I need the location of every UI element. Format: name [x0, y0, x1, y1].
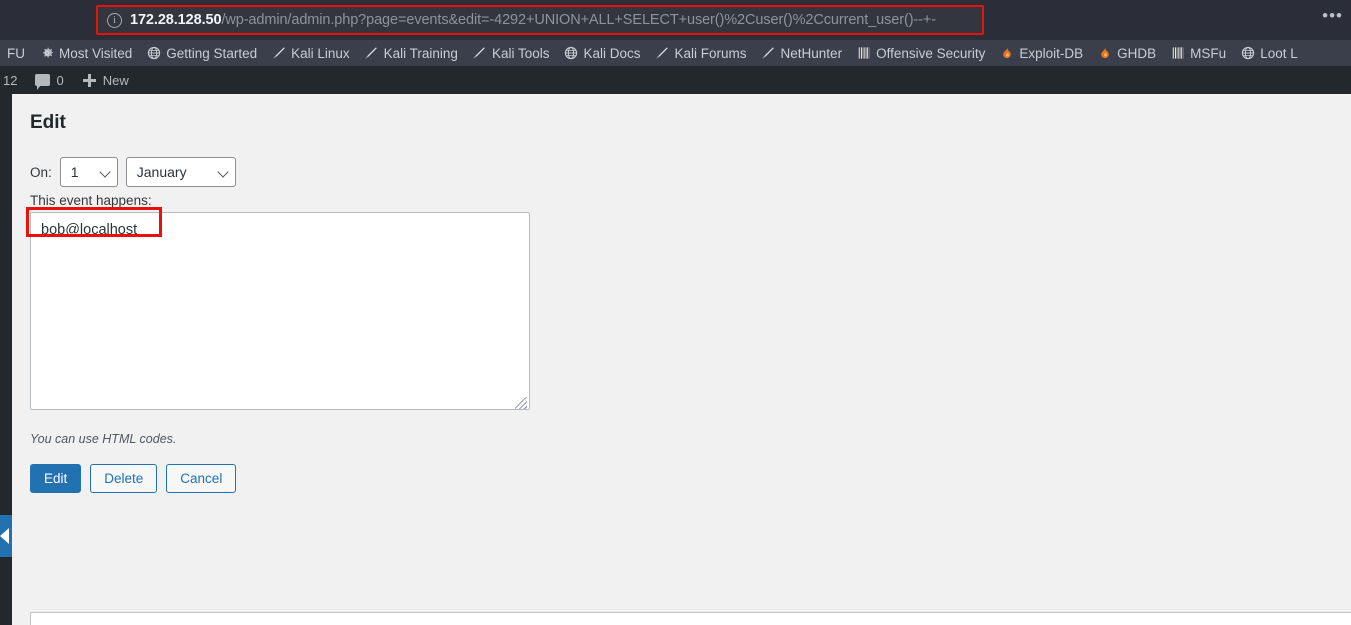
book-icon: [1170, 46, 1185, 61]
dragon-icon: [364, 46, 379, 61]
events-table-wrapper: Date Event Actions 4 May vbnvbnvbntrtyrt…: [30, 612, 1351, 625]
event-textarea[interactable]: [30, 212, 530, 410]
bookmark-loot-l[interactable]: Loot L: [1233, 42, 1305, 64]
column-header-date: Date: [31, 613, 401, 625]
info-circle-icon[interactable]: i: [107, 12, 122, 28]
bookmark-kali-forums[interactable]: Kali Forums: [648, 42, 754, 64]
bookmark-label: Kali Forums: [674, 45, 747, 61]
url-path: /wp-admin/admin.php?page=events&edit=-42…: [221, 12, 936, 28]
flame-icon: [999, 46, 1014, 61]
adminbar-new-label: New: [102, 72, 129, 88]
bookmark-label: NetHunter: [780, 45, 843, 61]
bookmark-kali-tools[interactable]: Kali Tools: [465, 42, 557, 64]
dragon-icon: [472, 46, 487, 61]
browser-chrome: i 172.28.128.50/wp-admin/admin.php?page=…: [0, 0, 1351, 66]
browser-menu-icon[interactable]: •••: [1322, 7, 1343, 24]
edit-button[interactable]: Edit: [30, 464, 82, 493]
globe-icon: [1240, 46, 1255, 61]
url-host: 172.28.128.50: [130, 12, 222, 28]
html-codes-note: You can use HTML codes.: [30, 432, 177, 446]
adminbar-new-content[interactable]: New: [73, 66, 138, 94]
adminbar-comments-count: 0: [56, 72, 64, 88]
bookmark-label: Offensive Security: [876, 45, 986, 61]
bookmark-nethunter[interactable]: NetHunter: [754, 42, 850, 64]
bookmark-label: Kali Docs: [583, 45, 641, 61]
bookmark-kali-docs[interactable]: Kali Docs: [556, 42, 647, 64]
cancel-button[interactable]: Cancel: [166, 464, 237, 493]
form-button-row: Edit Delete Cancel: [30, 464, 1351, 493]
flame-icon: [1097, 46, 1112, 61]
adminbar-updates[interactable]: 12: [0, 66, 26, 94]
events-table: Date Event Actions 4 May vbnvbnvbntrtyrt…: [31, 613, 1351, 625]
page-title: Edit: [30, 112, 66, 133]
gear-icon: [39, 46, 54, 61]
bookmark-kali-training[interactable]: Kali Training: [357, 42, 465, 64]
event-description-label: This event happens:: [30, 193, 152, 208]
dragon-icon: [271, 46, 286, 61]
book-icon: [856, 46, 871, 61]
plus-icon: [82, 73, 97, 88]
admin-page: Edit On: 12345 JanuaryFebruaryMarchApril…: [0, 94, 1351, 625]
globe-icon: [563, 46, 578, 61]
adminbar-updates-count: 12: [3, 72, 18, 88]
bookmark-label: Kali Linux: [291, 45, 350, 61]
bookmark-label: FU: [7, 45, 25, 61]
wordpress-admin-bar: 12 0 New: [0, 66, 1351, 94]
bookmark-kali-linux[interactable]: Kali Linux: [264, 42, 357, 64]
bookmark-ghdb[interactable]: GHDB: [1090, 42, 1163, 64]
bookmark-exploit-db[interactable]: Exploit-DB: [992, 42, 1090, 64]
column-header-actions: Actions: [1181, 613, 1351, 625]
bookmark-label: Exploit-DB: [1019, 45, 1084, 61]
adminbar-comments[interactable]: 0: [26, 66, 72, 94]
bookmark-label: Kali Tools: [491, 45, 550, 61]
dragon-icon: [655, 46, 670, 61]
chevron-left-icon: [0, 528, 9, 544]
bookmark-getting-started[interactable]: Getting Started: [139, 42, 264, 64]
bookmark-label: MSFu: [1190, 45, 1227, 61]
content-area: Edit On: 12345 JanuaryFebruaryMarchApril…: [12, 94, 1351, 625]
comment-bubble-icon: [35, 74, 51, 90]
address-bar[interactable]: i 172.28.128.50/wp-admin/admin.php?page=…: [96, 5, 984, 35]
bookmark-label: GHDB: [1117, 45, 1157, 61]
bookmark-label: Getting Started: [166, 45, 258, 61]
bookmark-msfu[interactable]: MSFu: [1163, 42, 1233, 64]
column-header-event: Event: [401, 613, 1181, 625]
bookmark-most-visited[interactable]: Most Visited: [32, 42, 139, 64]
on-label: On:: [30, 164, 52, 180]
delete-button[interactable]: Delete: [90, 464, 158, 493]
address-bar-url: 172.28.128.50/wp-admin/admin.php?page=ev…: [130, 12, 936, 28]
globe-icon: [146, 46, 161, 61]
bookmark-label: Kali Training: [383, 45, 458, 61]
month-select[interactable]: JanuaryFebruaryMarchAprilMay: [125, 157, 236, 187]
events-table-head: Date Event Actions: [31, 613, 1351, 625]
bookmark-label: Loot L: [1260, 45, 1298, 61]
event-textarea-zone: [26, 207, 530, 415]
day-select-wrap: 12345: [59, 157, 118, 187]
bookmark-label: Most Visited: [59, 45, 133, 61]
bookmarks-bar: FU Most Visited Getting Started Kali Linux K…: [0, 40, 1351, 66]
date-selector-row: On: 12345 JanuaryFebruaryMarchAprilMay: [30, 157, 1351, 187]
table-header-row: Date Event Actions: [31, 613, 1351, 625]
day-select[interactable]: 12345: [59, 157, 118, 187]
bookmark-offensive-security[interactable]: Offensive Security: [849, 42, 992, 64]
url-bar-row: i 172.28.128.50/wp-admin/admin.php?page=…: [0, 0, 1351, 40]
bookmark-fu[interactable]: FU: [0, 42, 32, 64]
dragon-icon: [761, 46, 776, 61]
month-select-wrap: JanuaryFebruaryMarchAprilMay: [125, 157, 236, 187]
